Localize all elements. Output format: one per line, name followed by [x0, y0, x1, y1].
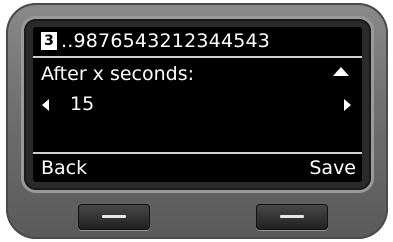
- header-number: ..9876543212344543: [61, 30, 271, 52]
- header-bar: 3 ..9876543212344543: [33, 27, 362, 55]
- value-selector[interactable]: 15: [33, 93, 362, 117]
- line-badge: 3: [41, 32, 57, 50]
- display-bezel: 3 ..9876543212344543 After x seconds: 15…: [24, 19, 371, 190]
- setting-label: After x seconds:: [41, 63, 195, 85]
- softkey-bar: Back Save: [33, 152, 362, 182]
- scroll-up-icon: [333, 67, 349, 76]
- right-display-key[interactable]: [256, 204, 328, 230]
- triangle-right-icon[interactable]: [344, 99, 351, 111]
- header-divider: [33, 56, 362, 58]
- save-softkey-label[interactable]: Save: [309, 157, 356, 179]
- phone-device: 3 ..9876543212344543 After x seconds: 15…: [6, 3, 388, 239]
- back-softkey-label[interactable]: Back: [41, 157, 87, 179]
- setting-value: 15: [70, 93, 95, 115]
- triangle-left-icon[interactable]: [42, 99, 49, 111]
- key-bar-icon: [280, 215, 304, 218]
- left-display-key[interactable]: [78, 204, 150, 230]
- display-screen: 3 ..9876543212344543 After x seconds: 15…: [33, 27, 362, 182]
- key-bar-icon: [102, 215, 126, 218]
